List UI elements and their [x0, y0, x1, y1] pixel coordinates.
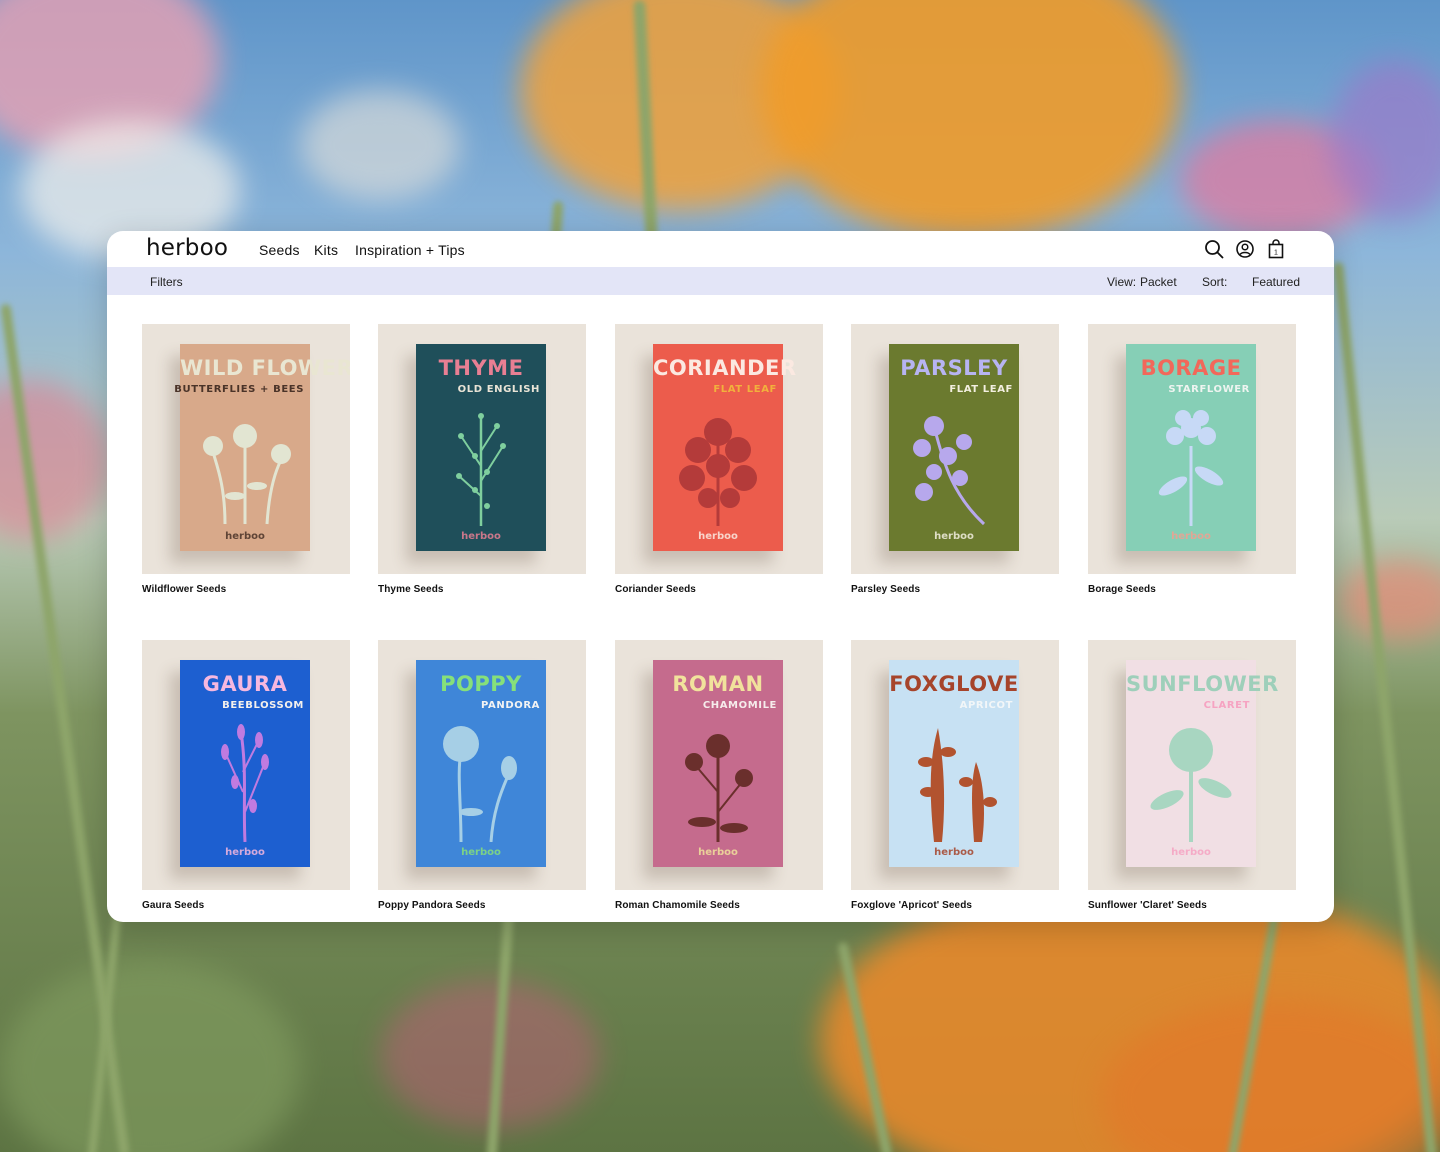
product-image[interactable]: BORAGE STARFLOWER herboo: [1088, 324, 1296, 574]
product-name[interactable]: Gaura Seeds: [142, 900, 350, 911]
packet-brand: herboo: [1171, 847, 1211, 858]
product-card[interactable]: WILD FLOWER BUTTERFLIES + BEES herboo Wildf…: [142, 324, 350, 595]
packet-subtitle: APRICOT: [959, 700, 1013, 711]
view-select[interactable]: Packet: [1140, 275, 1177, 289]
packet-subtitle: FLAT LEAF: [949, 384, 1013, 395]
plant-illustration-icon: [1150, 728, 1232, 842]
product-name[interactable]: Sunflower 'Claret' Seeds: [1088, 900, 1296, 911]
plant-illustration-icon: [918, 728, 997, 842]
seed-packet: FOXGLOVE APRICOT herboo: [889, 660, 1019, 867]
product-card[interactable]: CORIANDER FLAT LEAF herboo Coriander Seeds: [615, 324, 823, 595]
product-image[interactable]: CORIANDER FLAT LEAF herboo: [615, 324, 823, 574]
product-image[interactable]: SUNFLOWER CLARET herboo: [1088, 640, 1296, 890]
packet-title: ROMAN: [672, 672, 764, 696]
product-name[interactable]: Coriander Seeds: [615, 584, 823, 595]
packet-subtitle: PANDORA: [481, 700, 540, 711]
packet-brand: herboo: [461, 847, 501, 858]
product-name[interactable]: Borage Seeds: [1088, 584, 1296, 595]
product-name[interactable]: Wildflower Seeds: [142, 584, 350, 595]
search-icon[interactable]: [1203, 238, 1225, 260]
product-card[interactable]: BORAGE STARFLOWER herboo Borage Seeds: [1088, 324, 1296, 595]
packet-brand: herboo: [698, 531, 738, 542]
packet-subtitle: CLARET: [1203, 700, 1250, 711]
product-card[interactable]: SUNFLOWER CLARET herboo Sunflower 'Claret' …: [1088, 640, 1296, 911]
product-image[interactable]: WILD FLOWER BUTTERFLIES + BEES herboo: [142, 324, 350, 574]
seed-packet: PARSLEY FLAT LEAF herboo: [889, 344, 1019, 551]
product-card[interactable]: GAURA BEEBLOSSOM herboo Gaura Seeds: [142, 640, 350, 911]
packet-title: SUNFLOWER: [1126, 672, 1279, 696]
product-card[interactable]: POPPY PANDORA herboo Poppy Pandora Seeds: [378, 640, 586, 911]
nav-seeds[interactable]: Seeds: [259, 242, 300, 258]
packet-brand: herboo: [225, 531, 265, 542]
packet-title: GAURA: [202, 672, 288, 696]
plant-illustration-icon: [203, 424, 291, 525]
packet-title: FOXGLOVE: [889, 672, 1019, 696]
packet-brand: herboo: [698, 847, 738, 858]
seed-packet: SUNFLOWER CLARET herboo: [1126, 660, 1279, 867]
packet-title: THYME: [438, 356, 524, 380]
plant-illustration-icon: [685, 734, 753, 842]
seed-packet: BORAGE STARFLOWER herboo: [1126, 344, 1256, 551]
sort-label: Sort:: [1202, 275, 1228, 289]
product-image[interactable]: ROMAN CHAMOMILE herboo: [615, 640, 823, 890]
packet-title: PARSLEY: [900, 356, 1008, 380]
product-name[interactable]: Roman Chamomile Seeds: [615, 900, 823, 911]
product-name[interactable]: Parsley Seeds: [851, 584, 1059, 595]
cart-icon[interactable]: 1: [1265, 238, 1287, 260]
account-icon[interactable]: [1234, 238, 1256, 260]
product-image[interactable]: FOXGLOVE APRICOT herboo: [851, 640, 1059, 890]
product-image[interactable]: POPPY PANDORA herboo: [378, 640, 586, 890]
nav-inspiration-tips[interactable]: Inspiration + Tips: [355, 242, 465, 258]
product-name[interactable]: Thyme Seeds: [378, 584, 586, 595]
nav-kits[interactable]: Kits: [314, 242, 338, 258]
plant-illustration-icon: [679, 418, 757, 526]
plant-illustration-icon: [913, 416, 986, 526]
packet-subtitle: FLAT LEAF: [713, 384, 777, 395]
packet-title: CORIANDER: [653, 356, 797, 380]
seed-packet: ROMAN CHAMOMILE herboo: [653, 660, 783, 867]
product-name[interactable]: Poppy Pandora Seeds: [378, 900, 586, 911]
packet-brand: herboo: [934, 847, 974, 858]
seed-packet: GAURA BEEBLOSSOM herboo: [180, 660, 310, 867]
brand-logo[interactable]: herboo: [146, 235, 228, 261]
packet-subtitle: BEEBLOSSOM: [222, 700, 304, 711]
view-label: View:: [1107, 275, 1137, 289]
plant-illustration-icon: [221, 724, 269, 842]
packet-title: BORAGE: [1140, 356, 1242, 380]
product-card[interactable]: ROMAN CHAMOMILE herboo Roman Chamomile Seed…: [615, 640, 823, 911]
product-card[interactable]: PARSLEY FLAT LEAF herboo Parsley Seeds: [851, 324, 1059, 595]
sort-select[interactable]: Featured: [1252, 275, 1300, 289]
packet-brand: herboo: [1171, 531, 1211, 542]
packet-subtitle: BUTTERFLIES + BEES: [174, 384, 304, 395]
packet-title: POPPY: [440, 672, 522, 696]
product-image[interactable]: PARSLEY FLAT LEAF herboo: [851, 324, 1059, 574]
packet-subtitle: OLD ENGLISH: [457, 384, 540, 395]
packet-title: WILD FLOWER: [180, 356, 350, 380]
packet-subtitle: STARFLOWER: [1168, 384, 1250, 395]
seed-packet: POPPY PANDORA herboo: [416, 660, 546, 867]
product-image[interactable]: GAURA BEEBLOSSOM herboo: [142, 640, 350, 890]
filter-toolbar: Filters View: Packet Sort: Featured: [107, 267, 1334, 295]
packet-brand: herboo: [225, 847, 265, 858]
plant-illustration-icon: [1158, 410, 1224, 526]
filters-button[interactable]: Filters: [150, 275, 183, 289]
seed-packet: THYME OLD ENGLISH herboo: [416, 344, 546, 551]
seed-packet: WILD FLOWER BUTTERFLIES + BEES herboo: [174, 344, 350, 551]
store-window: herboo Seeds Kits Inspiration + Tips 1 F…: [107, 231, 1334, 922]
product-card[interactable]: THYME OLD ENGLISH herboo Thyme Seeds: [378, 324, 586, 595]
packet-subtitle: CHAMOMILE: [702, 700, 777, 711]
top-navigation: herboo Seeds Kits Inspiration + Tips 1: [107, 231, 1334, 267]
product-name[interactable]: Foxglove 'Apricot' Seeds: [851, 900, 1059, 911]
seed-packet: CORIANDER FLAT LEAF herboo: [653, 344, 797, 551]
packet-brand: herboo: [934, 531, 974, 542]
packet-brand: herboo: [461, 531, 501, 542]
plant-illustration-icon: [456, 413, 506, 526]
plant-illustration-icon: [443, 726, 517, 842]
product-image[interactable]: THYME OLD ENGLISH herboo: [378, 324, 586, 574]
product-card[interactable]: FOXGLOVE APRICOT herboo Foxglove 'Apricot' …: [851, 640, 1059, 911]
cart-count: 1: [1274, 250, 1278, 257]
